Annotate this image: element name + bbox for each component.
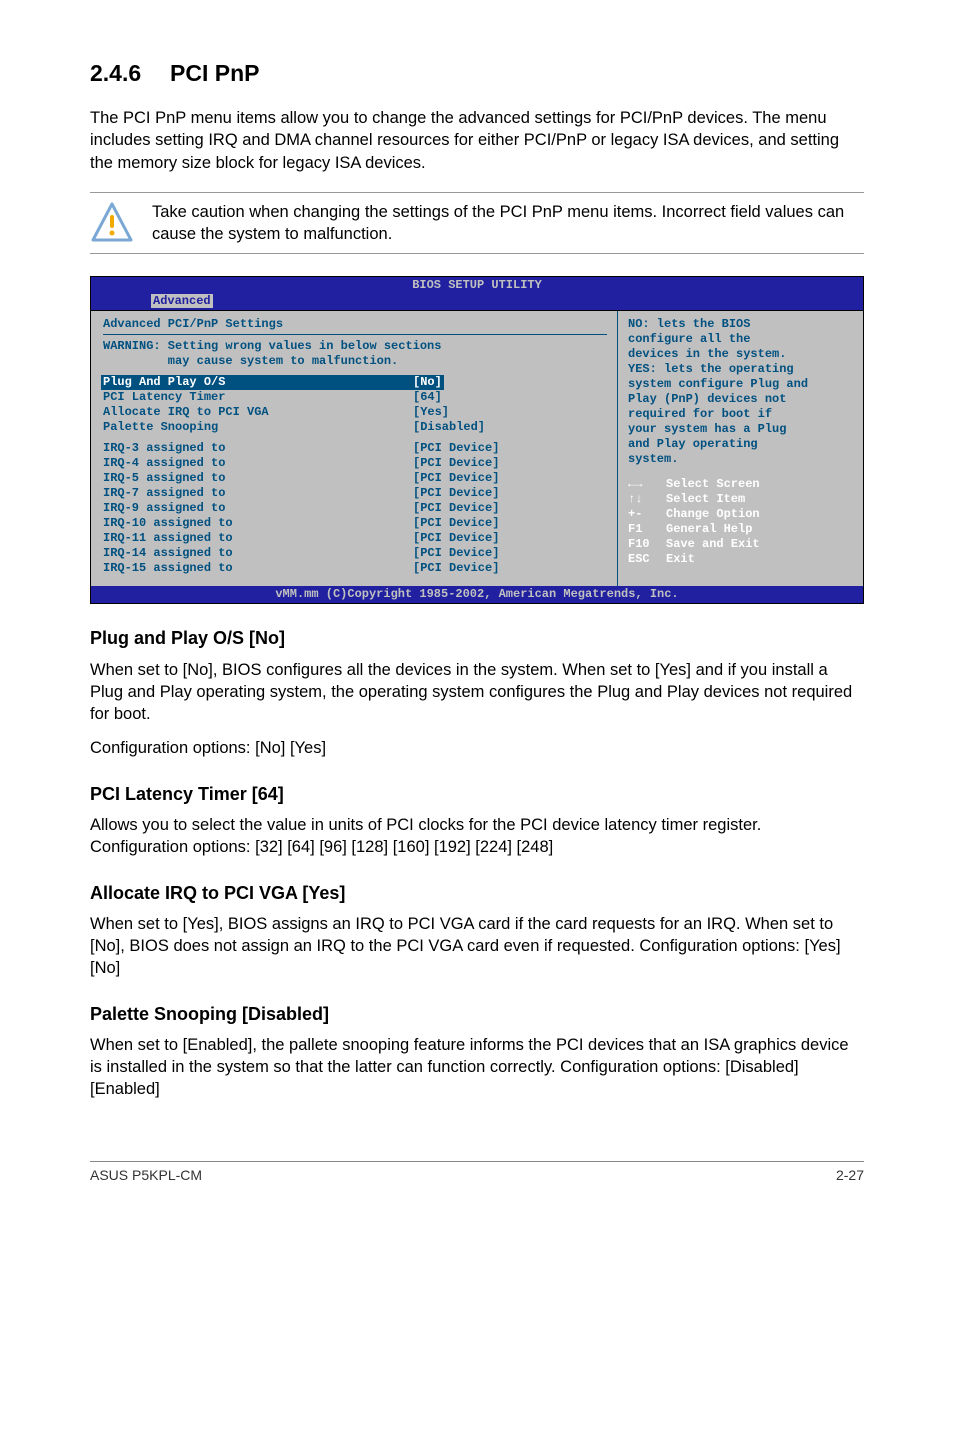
bios-setting-label: Palette Snooping xyxy=(103,420,413,435)
bios-key-desc: General Help xyxy=(666,522,752,536)
bios-setting-label: IRQ-15 assigned to xyxy=(103,561,413,576)
bios-row: IRQ-10 assigned to [PCI Device] xyxy=(103,516,607,531)
paragraph: Configuration options: [No] [Yes] xyxy=(90,737,864,759)
bios-key-desc: Select Screen xyxy=(666,477,760,491)
subheading: Palette Snooping [Disabled] xyxy=(90,1002,864,1026)
bios-help-line: Play (PnP) devices not xyxy=(628,392,853,407)
bios-key-row: F10Save and Exit xyxy=(628,537,853,552)
bios-setting-label: IRQ-9 assigned to xyxy=(103,501,413,516)
bios-setting-label: IRQ-7 assigned to xyxy=(103,486,413,501)
bios-left-panel: Advanced PCI/PnP Settings WARNING: Setti… xyxy=(91,311,618,586)
bios-setting-value: [PCI Device] xyxy=(413,561,499,576)
bios-right-panel: NO: lets the BIOS configure all the devi… xyxy=(618,311,863,586)
bios-key: +- xyxy=(628,507,666,522)
bios-setting-value: [PCI Device] xyxy=(413,516,499,531)
bios-setting-label: Plug And Play O/S xyxy=(101,375,415,390)
footer-right: 2-27 xyxy=(836,1166,864,1185)
bios-setting-value: [PCI Device] xyxy=(413,531,499,546)
bios-row: IRQ-11 assigned to [PCI Device] xyxy=(103,531,607,546)
intro-paragraph: The PCI PnP menu items allow you to chan… xyxy=(90,107,864,174)
paragraph: When set to [No], BIOS configures all th… xyxy=(90,659,864,726)
subheading: Plug and Play O/S [No] xyxy=(90,626,864,650)
caution-icon xyxy=(90,201,134,245)
bios-setting-value: [64] xyxy=(413,390,442,405)
bios-row: Plug And Play O/S [No] xyxy=(103,375,607,390)
bios-key: ESC xyxy=(628,552,666,567)
bios-help-line: system configure Plug and xyxy=(628,377,853,392)
bios-row: PCI Latency Timer [64] xyxy=(103,390,607,405)
bios-help-line: configure all the xyxy=(628,332,853,347)
bios-row: IRQ-14 assigned to [PCI Device] xyxy=(103,546,607,561)
bios-warning-line1: WARNING: Setting wrong values in below s… xyxy=(103,339,607,354)
bios-setting-value: [PCI Device] xyxy=(413,486,499,501)
bios-title: BIOS SETUP UTILITY xyxy=(91,277,863,294)
bios-key-desc: Exit xyxy=(666,552,695,566)
bios-divider xyxy=(103,334,607,335)
bios-setting-label: IRQ-3 assigned to xyxy=(103,441,413,456)
bios-setting-value: [PCI Device] xyxy=(413,546,499,561)
bios-key: F10 xyxy=(628,537,666,552)
caution-box: Take caution when changing the settings … xyxy=(90,192,864,255)
paragraph: Allows you to select the value in units … xyxy=(90,814,864,859)
bios-setting-value: [PCI Device] xyxy=(413,456,499,471)
subheading: Allocate IRQ to PCI VGA [Yes] xyxy=(90,881,864,905)
bios-setting-label: IRQ-5 assigned to xyxy=(103,471,413,486)
bios-row: IRQ-9 assigned to [PCI Device] xyxy=(103,501,607,516)
bios-setting-label: IRQ-11 assigned to xyxy=(103,531,413,546)
bios-footer: vMM.mm (C)Copyright 1985-2002, American … xyxy=(91,586,863,603)
paragraph: When set to [Enabled], the pallete snoop… xyxy=(90,1034,864,1101)
bios-help-line: and Play operating xyxy=(628,437,853,452)
bios-setting-value: [Yes] xyxy=(413,405,449,420)
bios-setting-label: Allocate IRQ to PCI VGA xyxy=(103,405,413,420)
bios-key-row: F1General Help xyxy=(628,522,853,537)
subheading: PCI Latency Timer [64] xyxy=(90,782,864,806)
bios-warning-line2: may cause system to malfunction. xyxy=(103,354,607,369)
bios-key-desc: Change Option xyxy=(666,507,760,521)
bios-key-desc: Select Item xyxy=(666,492,745,506)
bios-setting-label: PCI Latency Timer xyxy=(103,390,413,405)
bios-setting-value: [PCI Device] xyxy=(413,471,499,486)
bios-key: ←→ xyxy=(628,477,666,492)
section-heading: 2.4.6PCI PnP xyxy=(90,58,864,89)
bios-row: IRQ-4 assigned to [PCI Device] xyxy=(103,456,607,471)
bios-row: IRQ-7 assigned to [PCI Device] xyxy=(103,486,607,501)
bios-help-line: NO: lets the BIOS xyxy=(628,317,853,332)
bios-setting-value: [No] xyxy=(411,375,444,390)
page-footer: ASUS P5KPL-CM 2-27 xyxy=(90,1161,864,1185)
bios-tabs: Advanced xyxy=(91,294,863,310)
bios-setting-label: IRQ-10 assigned to xyxy=(103,516,413,531)
bios-help-line: system. xyxy=(628,452,853,467)
bios-key-desc: Save and Exit xyxy=(666,537,760,551)
bios-help-line: required for boot if xyxy=(628,407,853,422)
bios-key-row: ←→Select Screen xyxy=(628,477,853,492)
bios-setting-value: [Disabled] xyxy=(413,420,485,435)
bios-row: Allocate IRQ to PCI VGA [Yes] xyxy=(103,405,607,420)
bios-row: IRQ-3 assigned to [PCI Device] xyxy=(103,441,607,456)
bios-key: ↑↓ xyxy=(628,492,666,507)
bios-setting-value: [PCI Device] xyxy=(413,441,499,456)
paragraph: When set to [Yes], BIOS assigns an IRQ t… xyxy=(90,913,864,980)
bios-key-row: ESCExit xyxy=(628,552,853,567)
bios-setting-label: IRQ-14 assigned to xyxy=(103,546,413,561)
section-title: PCI PnP xyxy=(170,60,259,86)
bios-key-row: ↑↓Select Item xyxy=(628,492,853,507)
bios-setting-label: IRQ-4 assigned to xyxy=(103,456,413,471)
bios-row: Palette Snooping [Disabled] xyxy=(103,420,607,435)
bios-screenshot: BIOS SETUP UTILITY Advanced Advanced PCI… xyxy=(90,276,864,604)
section-number: 2.4.6 xyxy=(90,58,170,89)
footer-left: ASUS P5KPL-CM xyxy=(90,1166,202,1185)
bios-setting-value: [PCI Device] xyxy=(413,501,499,516)
bios-row: IRQ-15 assigned to [PCI Device] xyxy=(103,561,607,576)
bios-panel-title: Advanced PCI/PnP Settings xyxy=(103,317,607,332)
bios-help-line: devices in the system. xyxy=(628,347,853,362)
bios-key-row: +-Change Option xyxy=(628,507,853,522)
bios-help-line: your system has a Plug xyxy=(628,422,853,437)
bios-row: IRQ-5 assigned to [PCI Device] xyxy=(103,471,607,486)
bios-help-line: YES: lets the operating xyxy=(628,362,853,377)
caution-text: Take caution when changing the settings … xyxy=(152,201,864,246)
bios-tab-advanced: Advanced xyxy=(151,294,213,308)
bios-key: F1 xyxy=(628,522,666,537)
